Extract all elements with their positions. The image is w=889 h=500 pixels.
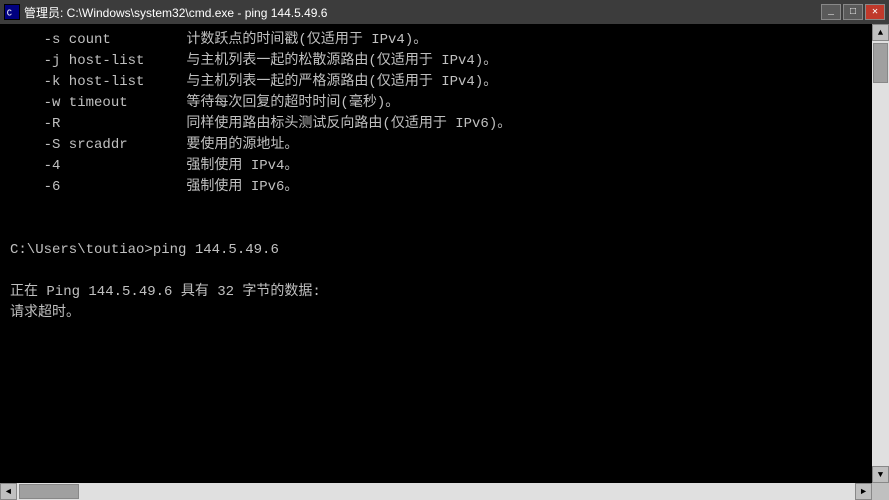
horizontal-scroll-track[interactable] (17, 483, 855, 500)
minimize-button[interactable]: _ (821, 4, 841, 20)
terminal-line: -k host-list 与主机列表一起的严格源路由(仅适用于 IPv4)。 (10, 72, 862, 93)
window-title: 管理员: C:\Windows\system32\cmd.exe - ping … (24, 4, 327, 21)
terminal-line: -S srcaddr 要使用的源地址。 (10, 135, 862, 156)
terminal-output[interactable]: -s count 计数跃点的时间戳(仅适用于 IPv4)。 -j host-li… (0, 24, 872, 483)
terminal-line: -j host-list 与主机列表一起的松散源路由(仅适用于 IPv4)。 (10, 51, 862, 72)
terminal-line: -6 强制使用 IPv6。 (10, 177, 862, 198)
scroll-left-arrow[interactable]: ◄ (0, 483, 17, 500)
scroll-down-arrow[interactable]: ▼ (872, 466, 889, 483)
horizontal-scrollbar[interactable]: ◄ ► (0, 483, 889, 500)
close-button[interactable]: ✕ (865, 4, 885, 20)
vertical-scrollbar[interactable]: ▲ ▼ (872, 24, 889, 483)
terminal-line: -w timeout 等待每次回复的超时时间(毫秒)。 (10, 93, 862, 114)
horizontal-scroll-thumb[interactable] (19, 484, 79, 499)
terminal-line (10, 261, 862, 282)
cmd-icon: C (4, 4, 20, 20)
scroll-right-arrow[interactable]: ► (855, 483, 872, 500)
terminal-line: C:\Users\toutiao>ping 144.5.49.6 (10, 240, 862, 261)
title-bar-buttons: _ □ ✕ (821, 4, 885, 20)
cmd-window: -s count 计数跃点的时间戳(仅适用于 IPv4)。 -j host-li… (0, 24, 889, 483)
maximize-button[interactable]: □ (843, 4, 863, 20)
terminal-line: 请求超时。 (10, 303, 862, 324)
scroll-track[interactable] (872, 41, 889, 466)
svg-text:C: C (7, 9, 12, 19)
terminal-line (10, 219, 862, 240)
terminal-line: -R 同样使用路由标头测试反向路由(仅适用于 IPv6)。 (10, 114, 862, 135)
terminal-line: -s count 计数跃点的时间戳(仅适用于 IPv4)。 (10, 30, 862, 51)
title-bar-left: C 管理员: C:\Windows\system32\cmd.exe - pin… (4, 4, 327, 21)
terminal-line (10, 198, 862, 219)
terminal-line: -4 强制使用 IPv4。 (10, 156, 862, 177)
scroll-up-arrow[interactable]: ▲ (872, 24, 889, 41)
scroll-thumb[interactable] (873, 43, 888, 83)
scrollbar-corner (872, 483, 889, 500)
title-bar: C 管理员: C:\Windows\system32\cmd.exe - pin… (0, 0, 889, 24)
terminal-line: 正在 Ping 144.5.49.6 具有 32 字节的数据: (10, 282, 862, 303)
